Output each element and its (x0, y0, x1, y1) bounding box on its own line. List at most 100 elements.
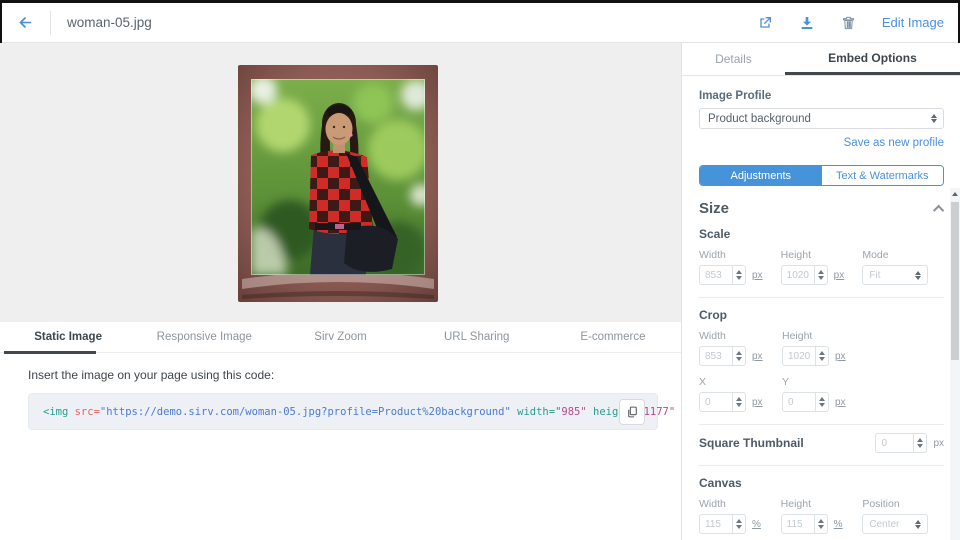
spinner-icon[interactable] (732, 347, 745, 365)
spinner-icon[interactable] (732, 393, 745, 411)
back-button[interactable] (0, 3, 50, 42)
save-as-new-profile-link[interactable]: Save as new profile (699, 137, 944, 149)
crop-x-unit-link[interactable]: px (752, 397, 763, 408)
square-thumbnail-input[interactable]: 0 (875, 433, 928, 453)
spinner-icon[interactable] (815, 347, 828, 365)
back-arrow-icon (18, 16, 31, 29)
tab-ecommerce[interactable]: E-commerce (545, 322, 681, 352)
scale-width-label: Width (699, 249, 726, 261)
crop-x-field: X 0 px (699, 376, 782, 412)
code-segment: width= (510, 405, 556, 418)
scrollbar-up-icon[interactable] (952, 192, 958, 196)
scale-mode-field: Mode Fit (862, 249, 944, 285)
image-profile-value: Product background (708, 112, 811, 125)
canvas-heading: Canvas (699, 476, 742, 490)
spinner-icon[interactable] (732, 515, 745, 533)
tab-details[interactable]: Details (682, 43, 785, 75)
canvas-height-unit-link[interactable]: % (834, 519, 843, 530)
trash-icon (843, 16, 855, 29)
image-preview[interactable] (238, 65, 438, 302)
crop-width-label: Width (699, 330, 726, 342)
spinner-icon[interactable] (732, 266, 745, 284)
square-thumbnail-row: Square Thumbnail 0 px (699, 433, 944, 453)
scale-fields: Width 853 px Height 1020 px Mode Fit (699, 249, 944, 285)
canvas-width-field: Width 115 % (699, 498, 781, 534)
subtab-adjustments[interactable]: Adjustments (700, 166, 822, 185)
spinner-icon[interactable] (813, 515, 827, 533)
scale-width-unit-link[interactable]: px (752, 270, 763, 281)
scale-mode-label: Mode (862, 249, 889, 261)
size-section-header: Size (699, 200, 945, 217)
square-thumbnail-unit: px (933, 437, 944, 449)
tab-static-image[interactable]: Static Image (0, 322, 136, 354)
tab-sirv-zoom[interactable]: Sirv Zoom (272, 322, 408, 352)
window-edge-top (0, 0, 960, 3)
canvas-width-input[interactable]: 115 (699, 514, 746, 534)
canvas-position-field: Position Center (862, 498, 944, 534)
tab-url-sharing[interactable]: URL Sharing (409, 322, 545, 352)
download-button[interactable] (798, 14, 816, 32)
panel-tabs: Details Embed Options (682, 43, 960, 76)
divider (699, 424, 944, 425)
spinner-icon[interactable] (815, 393, 828, 411)
copy-code-button[interactable] (619, 399, 645, 425)
crop-y-field: Y 0 px (782, 376, 865, 412)
top-bar: woman-05.jpg Edit Image (0, 3, 960, 43)
tab-embed-options[interactable]: Embed Options (784, 43, 960, 75)
divider (699, 297, 944, 298)
select-caret-icon (931, 114, 937, 123)
collapse-chevron-icon[interactable] (932, 204, 945, 216)
scale-width-input[interactable]: 853 (699, 265, 746, 285)
scrollbar-thumb[interactable] (951, 202, 959, 360)
crop-heading: Crop (699, 308, 727, 322)
canvas-width-unit-link[interactable]: % (752, 519, 761, 530)
crop-height-input[interactable]: 1020 (782, 346, 829, 366)
code-segment: src= (74, 405, 100, 418)
divider (699, 465, 944, 466)
crop-x-input[interactable]: 0 (699, 392, 746, 412)
panel-body: Image Profile Product background Save as… (682, 76, 951, 540)
code-segment: "https://demo.sirv.com/woman-05.jpg?prof… (99, 405, 511, 418)
scale-height-unit-link[interactable]: px (834, 270, 845, 281)
crop-width-unit-link[interactable]: px (752, 351, 763, 362)
canvas-height-label: Height (780, 498, 812, 510)
crop-height-unit-link[interactable]: px (835, 351, 846, 362)
edit-image-link[interactable]: Edit Image (882, 15, 944, 30)
open-in-new-button[interactable] (756, 14, 774, 32)
crop-size-fields: Width 853 px Height 1020 px (699, 330, 944, 366)
code-block[interactable]: <img src="https://demo.sirv.com/woman-05… (28, 393, 738, 430)
image-profile-select[interactable]: Product background (699, 108, 944, 129)
image-profile-label: Image Profile (699, 90, 772, 102)
external-link-icon (760, 16, 771, 28)
adjustments-segmented-control: Adjustments Text & Watermarks (699, 165, 944, 186)
topbar-divider (50, 10, 51, 35)
page-title: woman-05.jpg (67, 15, 152, 30)
scale-mode-select[interactable]: Fit (862, 265, 929, 285)
scale-height-label: Height (780, 249, 812, 261)
delete-button[interactable] (840, 14, 858, 32)
topbar-actions: Edit Image (756, 14, 960, 32)
crop-y-input[interactable]: 0 (782, 392, 829, 412)
framed-photo (238, 65, 438, 302)
spinner-icon[interactable] (813, 266, 827, 284)
subtab-text-watermarks[interactable]: Text & Watermarks (821, 166, 943, 185)
canvas-height-input[interactable]: 115 (780, 514, 828, 534)
tab-responsive-image[interactable]: Responsive Image (136, 322, 272, 352)
crop-height-label: Height (782, 330, 813, 342)
crop-y-unit-link[interactable]: px (835, 397, 846, 408)
canvas-position-select[interactable]: Center (862, 514, 929, 534)
embed-tabs: Static Image Responsive Image Sirv Zoom … (0, 322, 681, 354)
embed-section: Static Image Responsive Image Sirv Zoom … (0, 322, 738, 540)
spinner-icon[interactable] (913, 434, 926, 452)
select-caret-icon (915, 270, 922, 280)
canvas-width-label: Width (699, 498, 726, 510)
preview-area (0, 43, 681, 322)
panel-scrollbar[interactable] (950, 188, 960, 540)
crop-width-input[interactable]: 853 (699, 346, 746, 366)
copy-icon (627, 406, 637, 418)
right-panel: Details Embed Options Image Profile Prod… (681, 43, 960, 540)
scale-height-field: Height 1020 px (780, 249, 863, 285)
square-thumbnail-label: Square Thumbnail (699, 436, 804, 450)
size-title: Size (699, 200, 730, 217)
scale-height-input[interactable]: 1020 (780, 265, 828, 285)
